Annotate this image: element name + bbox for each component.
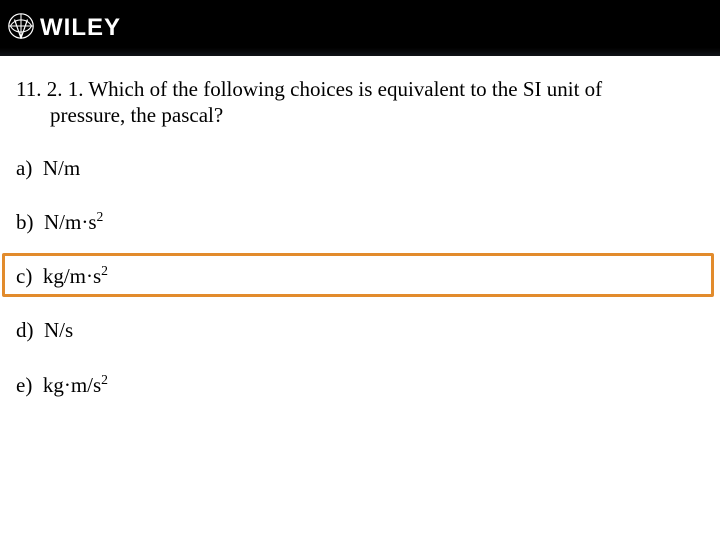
question-line-2: pressure, the pascal? [16,102,704,128]
choice-c: c) kg/m·s2 [16,263,704,289]
choice-body: N/s [44,318,73,342]
choice-sup: 2 [101,372,108,387]
choice-label: a) N/m [16,155,80,181]
brand-logo-icon [8,13,34,44]
choice-label: e) kg·m/s2 [16,372,108,398]
choice-sup: 2 [97,209,104,224]
question-part1: Which of the following choices is equiva… [88,77,602,101]
header-bar: WILEY [0,0,720,56]
question-number: 11. 2. 1. [16,77,83,101]
choice-body: kg·m/s [43,373,101,397]
choice-list: a) N/m b) N/m·s2 c) kg/m·s2 d) N/s [16,155,704,426]
choice-label: b) N/m·s2 [16,209,103,235]
brand-text: WILEY [40,14,121,42]
slide-content: 11. 2. 1. Which of the following choices… [0,56,720,426]
choice-body: N/m [43,156,80,180]
choice-b: b) N/m·s2 [16,209,704,235]
choice-sup: 2 [101,263,108,278]
choice-letter: a) [16,156,32,180]
choice-letter: b) [16,210,34,234]
choice-body: N/m·s [44,210,97,234]
choice-body: kg/m·s [43,264,101,288]
choice-letter: c) [16,264,32,288]
choice-label: d) N/s [16,317,73,343]
choice-a: a) N/m [16,155,704,181]
choice-letter: d) [16,318,34,342]
choice-d: d) N/s [16,317,704,343]
choice-e: e) kg·m/s2 [16,372,704,398]
choice-letter: e) [16,373,32,397]
question-line-1: 11. 2. 1. Which of the following choices… [16,76,704,102]
choice-label: c) kg/m·s2 [16,263,108,289]
question-text: 11. 2. 1. Which of the following choices… [16,76,704,129]
brand-logo: WILEY [8,13,121,44]
answer-highlight-box [2,253,714,297]
